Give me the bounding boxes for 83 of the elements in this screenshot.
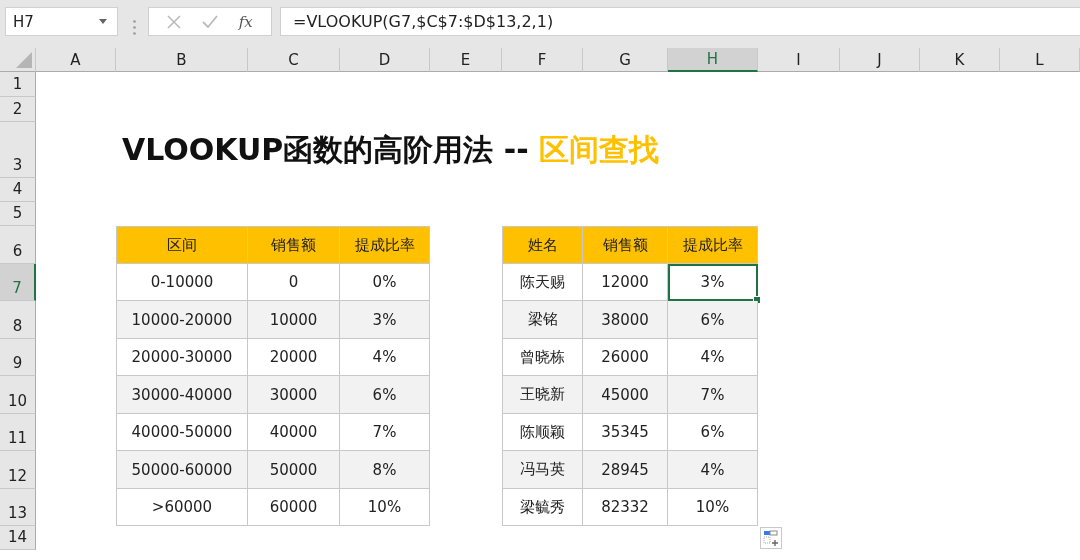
table-cell: 10000 — [248, 301, 340, 339]
table-cell: 0% — [340, 264, 430, 301]
sheet-title: VLOOKUP函数的高阶用法 -- 区间查找 — [122, 130, 660, 169]
column-header[interactable]: G — [583, 48, 668, 72]
dropdown-caret-icon[interactable] — [99, 19, 107, 24]
table-cell: 8% — [340, 451, 430, 489]
table-cell: 28945 — [583, 451, 668, 489]
table-cell: 50000 — [248, 451, 340, 489]
table-cell: 50000-60000 — [117, 451, 248, 489]
header-cell: 销售额 — [248, 227, 340, 264]
row-header[interactable]: 2 — [0, 97, 36, 122]
column-header[interactable]: D — [340, 48, 430, 72]
row-header[interactable]: 12 — [0, 451, 36, 489]
table-cell: 60000 — [248, 489, 340, 526]
name-box[interactable]: H7 — [5, 7, 118, 36]
table-cell: 3% — [340, 301, 430, 339]
table-cell: 4% — [340, 339, 430, 376]
column-header[interactable]: K — [920, 48, 1000, 72]
table-cell: 30000 — [248, 376, 340, 414]
row-header[interactable]: 11 — [0, 414, 36, 451]
table-cell: 0 — [248, 264, 340, 301]
column-header[interactable]: B — [116, 48, 248, 72]
table-cell: 12000 — [583, 264, 668, 301]
header-cell: 销售额 — [583, 227, 668, 264]
table-cell: 陈顺颖 — [503, 414, 583, 451]
column-header[interactable]: C — [248, 48, 340, 72]
table-cell: 30000-40000 — [117, 376, 248, 414]
row-header[interactable]: 1 — [0, 72, 36, 97]
table-cell: 陈天赐 — [503, 264, 583, 301]
insert-function-button[interactable]: fx — [238, 12, 253, 31]
table-cell: 82332 — [583, 489, 668, 526]
corner-triangle-icon — [16, 52, 32, 68]
row-header[interactable]: 9 — [0, 339, 36, 376]
column-header[interactable]: J — [840, 48, 920, 72]
table-cell: 20000 — [248, 339, 340, 376]
table-cell: 45000 — [583, 376, 668, 414]
table-cell: 10% — [340, 489, 430, 526]
column-header[interactable]: H — [668, 48, 758, 72]
row-header[interactable]: 8 — [0, 301, 36, 339]
table-cell: 40000-50000 — [117, 414, 248, 451]
selected-cell: 3% — [668, 264, 758, 301]
row-header[interactable]: 13 — [0, 489, 36, 526]
table-cell: 梁铭 — [503, 301, 583, 339]
table-cell: 35345 — [583, 414, 668, 451]
row-header[interactable]: 10 — [0, 376, 36, 414]
table-cell: 4% — [668, 339, 758, 376]
table-cell: 0-10000 — [117, 264, 248, 301]
table-cell: 7% — [668, 376, 758, 414]
formula-field[interactable]: =VLOOKUP(G7,$C$7:$D$13,2,1) — [280, 7, 1080, 36]
table-cell: 冯马英 — [503, 451, 583, 489]
check-icon[interactable] — [202, 15, 218, 28]
table-cell: 梁毓秀 — [503, 489, 583, 526]
table-cell: 10% — [668, 489, 758, 526]
drag-handle-icon — [133, 20, 136, 35]
column-header[interactable]: I — [758, 48, 840, 72]
row-header[interactable]: 4 — [0, 178, 36, 202]
header-cell: 区间 — [117, 227, 248, 264]
column-header[interactable]: L — [1000, 48, 1080, 72]
table-cell: 4% — [668, 451, 758, 489]
table-cell: 10000-20000 — [117, 301, 248, 339]
table-cell: 26000 — [583, 339, 668, 376]
table-cell: 7% — [340, 414, 430, 451]
table-cell: >60000 — [117, 489, 248, 526]
table-cell: 38000 — [583, 301, 668, 339]
row-header[interactable]: 7 — [0, 264, 36, 301]
table-cell: 6% — [340, 376, 430, 414]
row-header[interactable]: 3 — [0, 122, 36, 178]
table-cell: 曾晓栋 — [503, 339, 583, 376]
row-header[interactable]: 14 — [0, 526, 36, 550]
header-cell: 姓名 — [503, 227, 583, 264]
row-header[interactable]: 5 — [0, 202, 36, 226]
column-header[interactable]: E — [430, 48, 502, 72]
column-header[interactable]: F — [502, 48, 583, 72]
table-cell: 6% — [668, 414, 758, 451]
header-cell: 提成比率 — [340, 227, 430, 264]
table-cell: 王晓新 — [503, 376, 583, 414]
table-cell: 6% — [668, 301, 758, 339]
row-header[interactable]: 6 — [0, 226, 36, 264]
table-cell: 40000 — [248, 414, 340, 451]
column-header[interactable]: A — [36, 48, 116, 72]
quick-analysis-icon[interactable] — [760, 527, 782, 549]
header-cell: 提成比率 — [668, 227, 758, 264]
table-cell: 20000-30000 — [117, 339, 248, 376]
